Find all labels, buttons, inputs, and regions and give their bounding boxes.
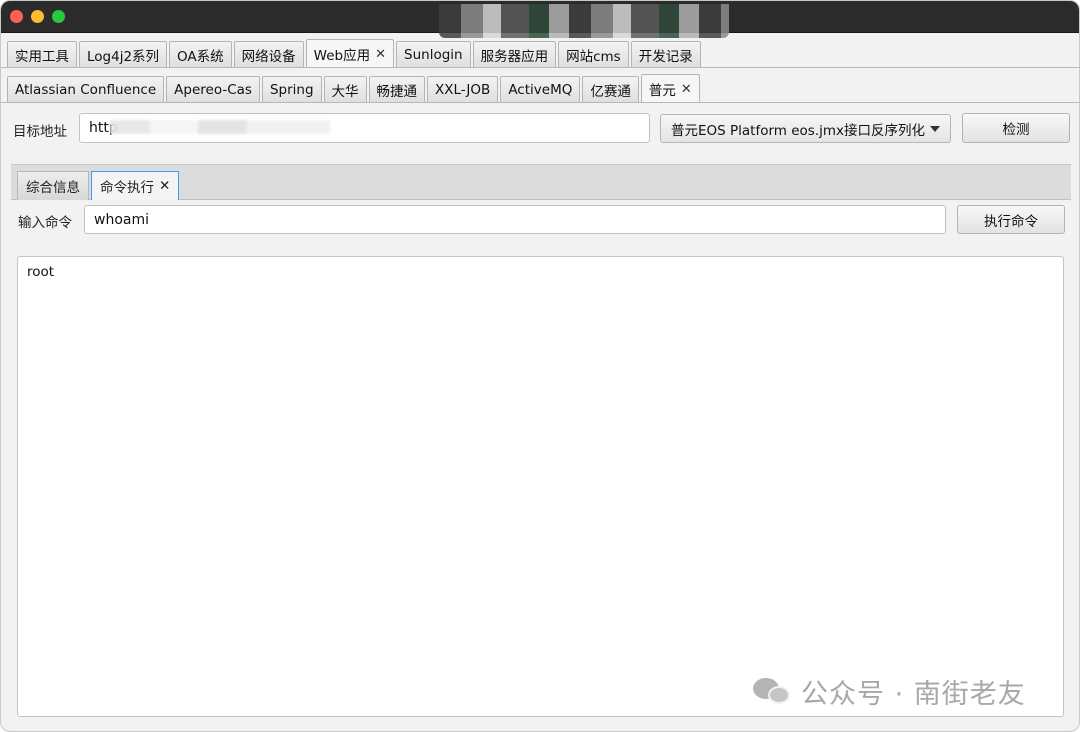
tab-dev-log[interactable]: 开发记录 (630, 41, 701, 68)
redacted-url (110, 120, 330, 134)
tab-label: 普元 (648, 83, 676, 99)
tab-chanjet[interactable]: 畅捷通 (368, 76, 426, 103)
tab-server-apps[interactable]: 服务器应用 (472, 41, 557, 68)
window-maximize-button[interactable] (52, 10, 65, 23)
tab-label: OA系统 (177, 49, 224, 65)
tab-label: Web应用 (313, 48, 371, 64)
command-output[interactable]: root (17, 256, 1064, 717)
subtab-label: 命令执行 (100, 180, 154, 196)
title-bar (1, 1, 1079, 38)
check-button[interactable]: 检测 (962, 113, 1070, 143)
tab-activemq[interactable]: ActiveMQ (500, 76, 581, 103)
window-close-button[interactable] (10, 10, 23, 23)
watermark-text: 公众号 · 南街老友 (801, 678, 1026, 710)
tab-primeton[interactable]: 普元 ✕ (640, 74, 700, 103)
tab-label: Apereo-Cas (174, 82, 252, 98)
tab-shiyong-gongju[interactable]: 实用工具 (7, 41, 77, 68)
tab-label: 实用工具 (15, 49, 69, 65)
wechat-icon (751, 674, 793, 708)
tab-spring[interactable]: Spring (261, 76, 322, 103)
tab-web-app[interactable]: Web应用 ✕ (305, 39, 395, 68)
tab-esafenet[interactable]: 亿赛通 (582, 76, 639, 103)
tab-apereo-cas[interactable]: Apereo-Cas (166, 76, 260, 103)
category-tabs: 实用工具 Log4j2系列 OA系统 网络设备 Web应用 ✕ Sunlogin … (7, 38, 701, 68)
tab-log4j2[interactable]: Log4j2系列 (79, 41, 168, 68)
tab-label: 畅捷通 (376, 84, 418, 100)
exploit-select[interactable]: 普元EOS Platform eos.jmx接口反序列化 (660, 114, 951, 143)
tab-divider (1, 102, 1079, 103)
window-minimize-button[interactable] (31, 10, 44, 23)
tab-label: Spring (269, 82, 314, 98)
tab-sunlogin[interactable]: Sunlogin (396, 41, 471, 68)
close-icon[interactable]: ✕ (159, 178, 170, 194)
subtab-command-exec[interactable]: 命令执行 ✕ (91, 171, 180, 200)
subtab-overview[interactable]: 综合信息 (17, 171, 89, 200)
run-command-button[interactable]: 执行命令 (957, 205, 1065, 234)
close-icon[interactable]: ✕ (375, 47, 386, 62)
tab-label: 网站cms (566, 49, 621, 65)
command-label: 输入命令 (18, 215, 72, 231)
target-url-label: 目标地址 (13, 124, 67, 140)
app-window: 实用工具 Log4j2系列 OA系统 网络设备 Web应用 ✕ Sunlogin … (0, 0, 1080, 732)
vendor-tabs: Atlassian Confluence Apereo-Cas Spring 大… (7, 73, 700, 103)
chevron-down-icon (930, 126, 940, 132)
tab-divider (1, 67, 1079, 68)
tab-label: Atlassian Confluence (15, 82, 157, 98)
tab-label: 大华 (331, 84, 359, 100)
exploit-select-value: 普元EOS Platform eos.jmx接口反序列化 (671, 122, 926, 139)
tab-label: 服务器应用 (480, 49, 549, 65)
subtab-bar: 综合信息 命令执行 ✕ (11, 164, 1071, 200)
tab-website-cms[interactable]: 网站cms (558, 41, 629, 68)
tab-label: 亿赛通 (590, 84, 631, 100)
output-text: root (27, 264, 55, 280)
tab-label: XXL-JOB (435, 82, 491, 98)
tab-label: 开发记录 (638, 49, 693, 65)
command-value: whoami (94, 211, 149, 228)
tab-label: Sunlogin (404, 47, 463, 63)
tab-label: Log4j2系列 (87, 49, 160, 65)
tab-dahua[interactable]: 大华 (323, 76, 367, 103)
target-url-input[interactable]: http (79, 113, 650, 143)
tab-xxl-job[interactable]: XXL-JOB (427, 76, 499, 103)
tab-network-devices[interactable]: 网络设备 (233, 41, 304, 68)
watermark: 公众号 · 南街老友 (751, 671, 1026, 711)
tab-confluence[interactable]: Atlassian Confluence (7, 76, 165, 103)
redacted-window-title (439, 4, 729, 38)
tab-label: ActiveMQ (508, 82, 573, 98)
command-input[interactable]: whoami (84, 205, 946, 234)
subtabs: 综合信息 命令执行 ✕ (17, 171, 180, 200)
tab-label: 网络设备 (241, 49, 296, 65)
close-icon[interactable]: ✕ (681, 82, 692, 97)
subtab-label: 综合信息 (26, 180, 80, 196)
tab-oa-system[interactable]: OA系统 (169, 41, 232, 68)
